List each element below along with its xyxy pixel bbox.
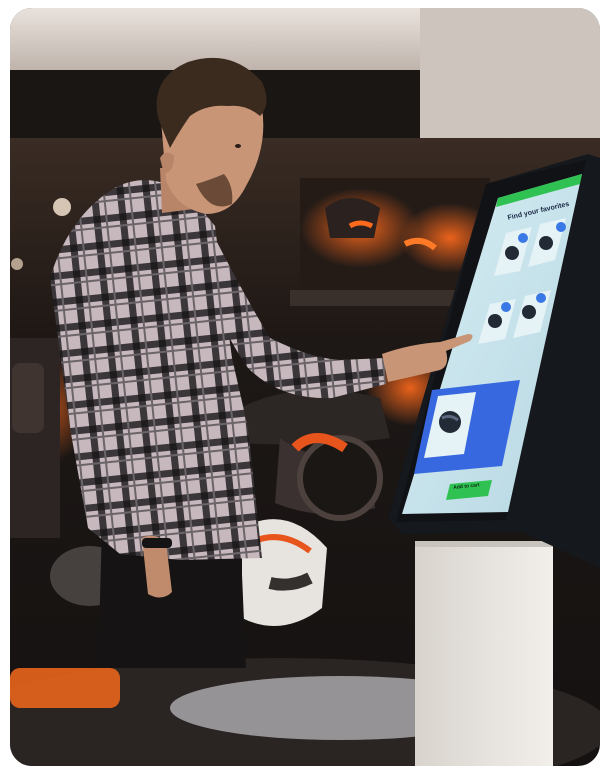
scene-illustration bbox=[10, 8, 600, 766]
kiosk-photo: Find your favorites Add to cart bbox=[10, 8, 600, 766]
kiosk-stand bbox=[415, 541, 553, 766]
